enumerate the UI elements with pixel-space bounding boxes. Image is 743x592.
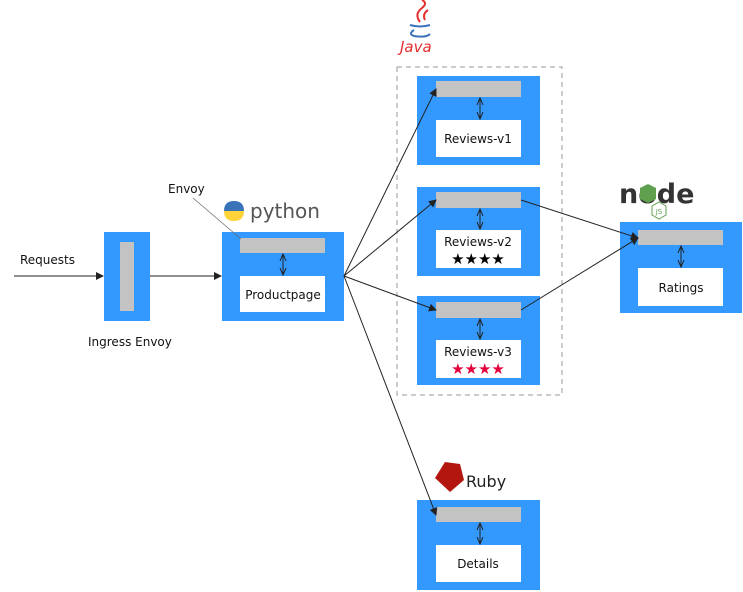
productpage-sidecar [240,238,325,253]
ruby-logo-text: Ruby [466,472,506,491]
reviews-v3-sidecar [436,302,521,318]
envoy-label: Envoy [168,182,205,196]
reviews-v2-label: Reviews-v2 [444,235,512,249]
details-sidecar [436,507,521,522]
ratings-label: Ratings [659,281,704,295]
productpage-label: Productpage [245,288,321,302]
ratings-sidecar [638,230,723,245]
node-logo-text: node [619,179,694,210]
reviews-v3-label: Reviews-v3 [444,345,512,359]
python-logo-text: python [250,199,320,223]
requests-label: Requests [20,253,75,267]
node-js-text: JS [655,208,663,216]
productpage-box[interactable]: Productpage [222,232,344,321]
reviews-v3-stars: ★★★★ [451,360,505,378]
java-logo: Java [397,0,432,56]
ratings-box[interactable]: Ratings [620,222,742,313]
reviews-v2-sidecar [436,192,521,208]
arrow-productpage-reviews-v3 [343,275,437,312]
bookinfo-diagram: Productpage Reviews-v1 Reviews-v2 ★★★★ R… [0,0,743,592]
details-label: Details [457,557,499,571]
reviews-v1-label: Reviews-v1 [444,132,512,146]
ingress-sidecar [120,242,134,311]
ingress-envoy-label: Ingress Envoy [88,335,172,349]
reviews-v2-stars: ★★★★ [451,250,505,268]
ruby-logo: Ruby [435,462,506,492]
reviews-v1-sidecar [436,81,521,97]
nodejs-logo: node JS [619,179,694,220]
java-logo-text: Java [397,38,432,56]
ingress-envoy-box[interactable] [104,232,150,321]
python-logo: python [224,199,320,223]
